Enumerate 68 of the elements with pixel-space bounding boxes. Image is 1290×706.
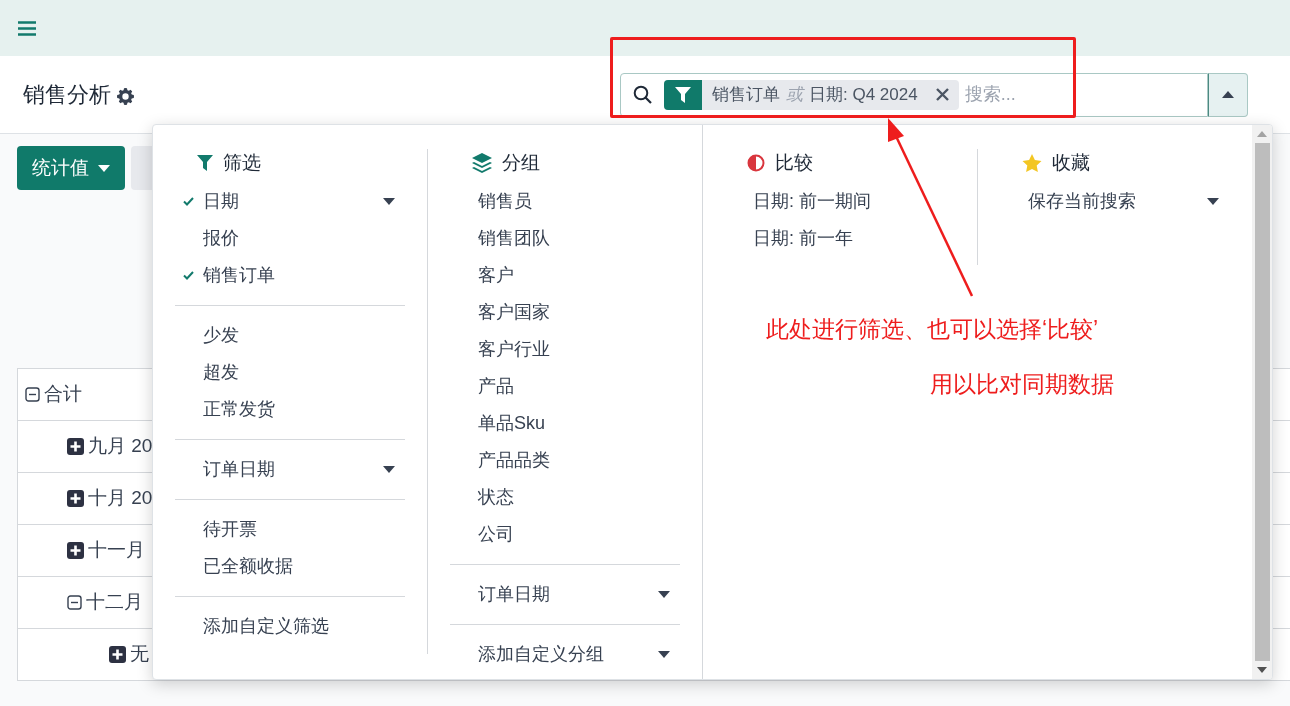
filter-option[interactable]: 报价: [175, 220, 405, 257]
plus-square-icon[interactable]: [67, 438, 84, 455]
facet-value: 销售订单: [712, 83, 780, 106]
filter-option[interactable]: 已全额收据: [175, 548, 405, 585]
group-by-option[interactable]: 订单日期: [450, 576, 680, 613]
close-icon[interactable]: [935, 88, 949, 101]
favorites-heading: 收藏: [1052, 150, 1090, 175]
filter-icon: [675, 86, 691, 103]
filter-option[interactable]: 超发: [175, 354, 405, 391]
minus-square-icon[interactable]: [67, 595, 82, 610]
annotation-text: 此处进行筛选、也可以选择‘比较’: [766, 315, 1099, 344]
filter-facet[interactable]: 销售订单 或 日期: Q4 2024: [664, 79, 959, 110]
filter-icon: [197, 155, 213, 171]
minus-square-icon[interactable]: [25, 387, 40, 402]
group-by-option[interactable]: 产品: [450, 368, 680, 405]
check-icon: [183, 197, 194, 206]
group-by-option[interactable]: 销售团队: [450, 220, 680, 257]
star-icon: [1022, 153, 1042, 173]
plus-square-icon[interactable]: [109, 646, 126, 663]
comparison-heading: 比较: [775, 150, 813, 175]
gear-icon[interactable]: [117, 87, 134, 105]
measures-button[interactable]: 统计值: [17, 146, 125, 190]
menu-icon[interactable]: [18, 20, 36, 36]
group-by-option[interactable]: 销售员: [450, 183, 680, 220]
group-by-option[interactable]: 添加自定义分组: [450, 636, 680, 673]
caret-icon: [1222, 91, 1234, 98]
search-icon: [633, 85, 652, 104]
row-header[interactable]: 合计: [25, 380, 82, 409]
scrollbar-thumb[interactable]: [1254, 143, 1270, 661]
layers-icon: [472, 153, 492, 173]
plus-square-icon[interactable]: [67, 542, 84, 559]
group-by-heading: 分组: [502, 150, 540, 175]
row-header[interactable]: 无: [109, 640, 149, 669]
page-title: 销售分析: [23, 81, 111, 109]
search-panel-toggle[interactable]: [1208, 72, 1248, 117]
comparison-option[interactable]: 日期: 前一期间: [725, 183, 977, 220]
annotation-text: 用以比对同期数据: [930, 369, 1114, 399]
filter-heading: 筛选: [223, 150, 261, 175]
caret-icon: [98, 164, 110, 172]
group-by-option[interactable]: 产品品类: [450, 442, 680, 479]
filter-option[interactable]: 销售订单: [175, 257, 405, 294]
scrollbar[interactable]: [1252, 125, 1272, 679]
filter-option[interactable]: 添加自定义筛选: [175, 608, 405, 645]
filter-option[interactable]: 待开票: [175, 511, 405, 548]
row-header[interactable]: 十一月: [67, 536, 145, 565]
group-by-option[interactable]: 单品Sku: [450, 405, 680, 442]
scroll-down-icon[interactable]: [1257, 667, 1267, 673]
facet-value: 日期: Q4 2024: [809, 83, 918, 106]
filter-option[interactable]: 日期: [175, 183, 405, 220]
group-by-option[interactable]: 状态: [450, 479, 680, 516]
save-search-option[interactable]: 保存当前搜索: [1000, 183, 1231, 220]
group-by-option[interactable]: 客户行业: [450, 331, 680, 368]
half-circle-icon: [747, 154, 765, 172]
row-header[interactable]: 十二月: [67, 588, 143, 617]
facet-separator: 或: [786, 83, 803, 106]
search-field[interactable]: 销售订单 或 日期: Q4 2024 搜索...: [620, 72, 1208, 117]
filter-option[interactable]: 少发: [175, 317, 405, 354]
filter-option[interactable]: 正常发货: [175, 391, 405, 428]
group-by-option[interactable]: 公司: [450, 516, 680, 553]
search-input[interactable]: 搜索...: [964, 81, 1207, 108]
filter-option[interactable]: 订单日期: [175, 451, 405, 488]
group-by-option[interactable]: 客户国家: [450, 294, 680, 331]
comparison-option[interactable]: 日期: 前一年: [725, 220, 977, 257]
row-header[interactable]: 十月 20: [67, 484, 153, 513]
group-by-option[interactable]: 客户: [450, 257, 680, 294]
plus-square-icon[interactable]: [67, 490, 84, 507]
row-header[interactable]: 九月 20: [67, 432, 153, 461]
check-icon: [183, 271, 194, 280]
